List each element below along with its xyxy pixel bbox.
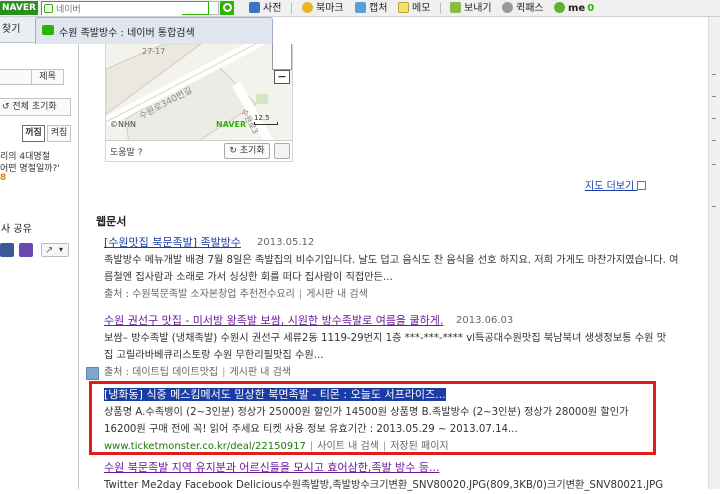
expand-arrow-icon[interactable] <box>86 367 99 380</box>
toolbar-dictionary[interactable]: 사전 <box>249 0 281 17</box>
export-icon: ↗ <box>45 245 54 256</box>
map-reset-button[interactable]: ↻ 초기화 <box>224 143 270 159</box>
me-icon <box>554 2 565 13</box>
toolbar-memo[interactable]: 메모 <box>398 0 430 17</box>
zoom-out-button[interactable]: − <box>274 70 290 84</box>
refresh-icon: ↻ <box>229 146 237 156</box>
scale-bar <box>254 122 278 125</box>
toolbar-capture[interactable]: 캡처 <box>355 0 387 17</box>
toolbar-me[interactable]: me 0 <box>554 0 594 17</box>
divider <box>712 140 716 141</box>
browser-tab[interactable]: 수원 족발방수 : 네이버 통합검색 <box>35 17 273 44</box>
left-sidebar: 찾기 제목 ↺ 전체 초기화 꺼짐 켜짐 리의 4대명절 어떤 명절일까?' 8… <box>0 17 79 489</box>
promo-line[interactable]: 어떤 명절일까?' <box>0 161 60 174</box>
toggle-on-button[interactable]: 켜짐 <box>47 125 71 142</box>
bookmark-icon <box>302 2 313 13</box>
nhn-copyright: ©NHN <box>110 120 136 129</box>
share-more-button[interactable]: ↗ ▾ <box>41 243 69 257</box>
map-help-link[interactable]: 도움말 ? <box>110 145 142 158</box>
plus-icon <box>637 181 647 190</box>
naver-toolbar: NAVER 사전 북마크 캡처 메모 보내기 퀵패스 me0 <box>0 0 720 17</box>
right-panel-strip[interactable] <box>708 17 720 489</box>
toolbar-bookmark[interactable]: 북마크 <box>302 0 344 17</box>
more-map-link[interactable]: 지도 더보기 <box>585 177 647 192</box>
search-icon[interactable] <box>220 1 234 15</box>
sidebar-reset-button[interactable]: ↺ 전체 초기화 <box>0 98 71 116</box>
map-block-number: 27-17 <box>142 47 166 56</box>
quickpass-icon <box>502 2 513 13</box>
naver-logo[interactable]: NAVER <box>0 1 38 15</box>
result-description: Twitter Me2day Facebook Delicious수원족발방,족… <box>104 480 664 491</box>
search-dropdown-button[interactable] <box>209 1 219 15</box>
result-date: 2013.05.12 <box>257 237 315 248</box>
result-date: 2013.06.03 <box>456 315 514 326</box>
zoom-track[interactable] <box>272 44 292 70</box>
toolbar-quickpass[interactable]: 퀵패스 <box>502 0 544 17</box>
toolbar-divider <box>440 3 441 14</box>
search-result: [수원맛집 북문족발] 족발방수 2013.05.12 족발방수 메뉴개발 배경… <box>104 236 694 303</box>
toolbar-send[interactable]: 보내기 <box>450 0 492 17</box>
sidebar-title-button[interactable]: 제목 <box>31 69 64 85</box>
result-title-link[interactable]: [수원맛집 북문족발] 족발방수 <box>104 236 241 249</box>
promo-line: 8 <box>0 173 7 183</box>
naver-favicon <box>42 25 54 35</box>
share-label: 사 공유 <box>1 224 32 235</box>
toolbar-search-box[interactable] <box>41 1 209 16</box>
result-source: 출처 : 수원북문족발 소자본창업 추천전수요리 | 게시판 내 검색 <box>104 289 368 300</box>
naver-n-icon <box>44 4 53 13</box>
search-result: 수원 북문족발 지역 유지분과 어르신들을 모시고 효어삼한,족발 방수 등..… <box>104 461 694 494</box>
divider <box>712 74 716 75</box>
result-source: 출처 : 데이트팁 데이트맛집 | 게시판 내 검색 <box>104 367 292 378</box>
facebook-icon[interactable] <box>0 243 14 257</box>
highlight-box <box>89 381 656 455</box>
divider <box>712 118 716 119</box>
map-scale: 12.5 <box>254 114 278 125</box>
map-zoom-control: − <box>272 44 292 86</box>
divider <box>712 164 716 165</box>
memo-icon <box>398 2 409 13</box>
divider <box>712 206 716 207</box>
capture-icon <box>355 2 366 13</box>
result-title-link[interactable]: 수원 북문족발 지역 유지분과 어르신들을 모시고 효어삼한,족발 방수 등..… <box>104 461 439 474</box>
send-icon <box>450 2 461 13</box>
map-naver-logo: NAVER <box>216 120 247 129</box>
map-fullscreen-icon[interactable] <box>274 143 290 159</box>
search-result: 수원 권선구 맛집 - 미서방 왕족발 보쌈, 시원한 방수족발로 여름을 쿨하… <box>104 314 694 381</box>
section-title: 웹문서 <box>96 215 127 228</box>
dictionary-icon <box>249 2 260 13</box>
sidebar-blank-button[interactable] <box>0 69 32 85</box>
result-description: 보쌈– 방수족발 (냉채족발) 수원시 권선구 세류2동 1119-29번지 1… <box>104 333 667 361</box>
toolbar-divider <box>291 3 292 14</box>
toggle-off-button[interactable]: 꺼짐 <box>22 125 45 142</box>
chevron-down-icon: ▾ <box>59 245 64 254</box>
result-description: 족발방수 메뉴개발 배경 7월 8일은 족발집의 비수기입니다. 날도 덥고 음… <box>104 255 679 283</box>
divider <box>712 96 716 97</box>
map-footer: 도움말 ? ↻ 초기화 <box>105 140 293 162</box>
tab-title: 수원 족발방수 : 네이버 통합검색 <box>59 28 195 39</box>
toolbar-search-input[interactable] <box>42 4 182 16</box>
result-title-link[interactable]: 수원 권선구 맛집 - 미서방 왕족발 보쌈, 시원한 방수족발로 여름을 쿨하… <box>104 314 443 327</box>
share-service-icon[interactable] <box>19 243 33 257</box>
